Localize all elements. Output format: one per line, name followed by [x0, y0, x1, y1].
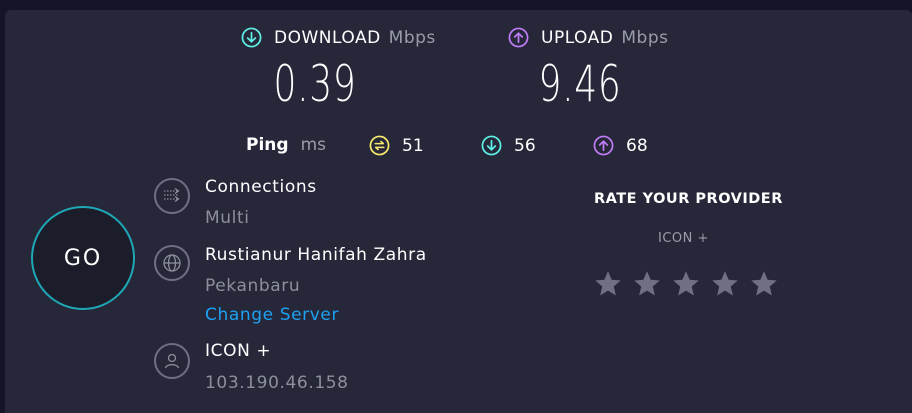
star-icon[interactable]: [632, 269, 662, 299]
server-name: Rustianur Hanifah Zahra: [205, 245, 427, 265]
ping-download: 56: [481, 135, 536, 156]
arrow-up-circle-icon: [508, 27, 529, 48]
provider-name: ICON +: [205, 341, 272, 361]
download-unit: Mbps: [388, 27, 436, 48]
star-icon[interactable]: [671, 269, 701, 299]
connections-title: Connections: [205, 177, 317, 197]
ping-unit: ms: [300, 135, 326, 155]
upload-unit: Mbps: [621, 27, 669, 48]
arrow-down-circle-icon: [241, 27, 262, 48]
upload-label: UPLOAD: [541, 27, 614, 48]
ping-upload-value: 68: [626, 135, 648, 156]
jitter-circle-icon: [369, 135, 390, 156]
download-value: 0.39: [273, 55, 357, 113]
go-button[interactable]: GO: [31, 206, 135, 310]
star-icon[interactable]: [749, 269, 779, 299]
ping-row: Ping ms 51 56 68: [5, 135, 912, 159]
ping-label-group: Ping ms: [246, 135, 326, 155]
change-server-link[interactable]: Change Server: [205, 305, 339, 325]
star-icon[interactable]: [593, 269, 623, 299]
speedtest-panel: DOWNLOAD Mbps 0.39 UPLOAD Mbps 9.46 Ping…: [5, 10, 912, 413]
user-glyph: [164, 353, 180, 369]
rate-title: RATE YOUR PROVIDER: [594, 191, 783, 207]
connections-icon[interactable]: [154, 178, 190, 214]
download-header: DOWNLOAD Mbps: [241, 27, 436, 48]
ping-idle: 51: [369, 135, 424, 156]
upload-value: 9.46: [538, 55, 622, 113]
globe-icon: [154, 245, 190, 281]
server-location: Pekanbaru: [205, 276, 301, 296]
user-icon: [154, 343, 190, 379]
ping-download-value: 56: [514, 135, 536, 156]
globe-glyph: [163, 254, 181, 272]
arrow-up-circle-icon: [593, 135, 614, 156]
upload-header: UPLOAD Mbps: [508, 27, 668, 48]
star-icon[interactable]: [710, 269, 740, 299]
ping-upload: 68: [593, 135, 648, 156]
ping-label: Ping: [246, 135, 289, 155]
star-rating: [593, 269, 779, 299]
provider-ip: 103.190.46.158: [205, 373, 349, 393]
arrow-down-circle-icon: [481, 135, 502, 156]
download-label: DOWNLOAD: [274, 27, 381, 48]
connections-glyph: [164, 188, 180, 202]
connections-value[interactable]: Multi: [205, 208, 250, 228]
rate-provider-name: ICON +: [658, 231, 709, 246]
ping-idle-value: 51: [402, 135, 424, 156]
